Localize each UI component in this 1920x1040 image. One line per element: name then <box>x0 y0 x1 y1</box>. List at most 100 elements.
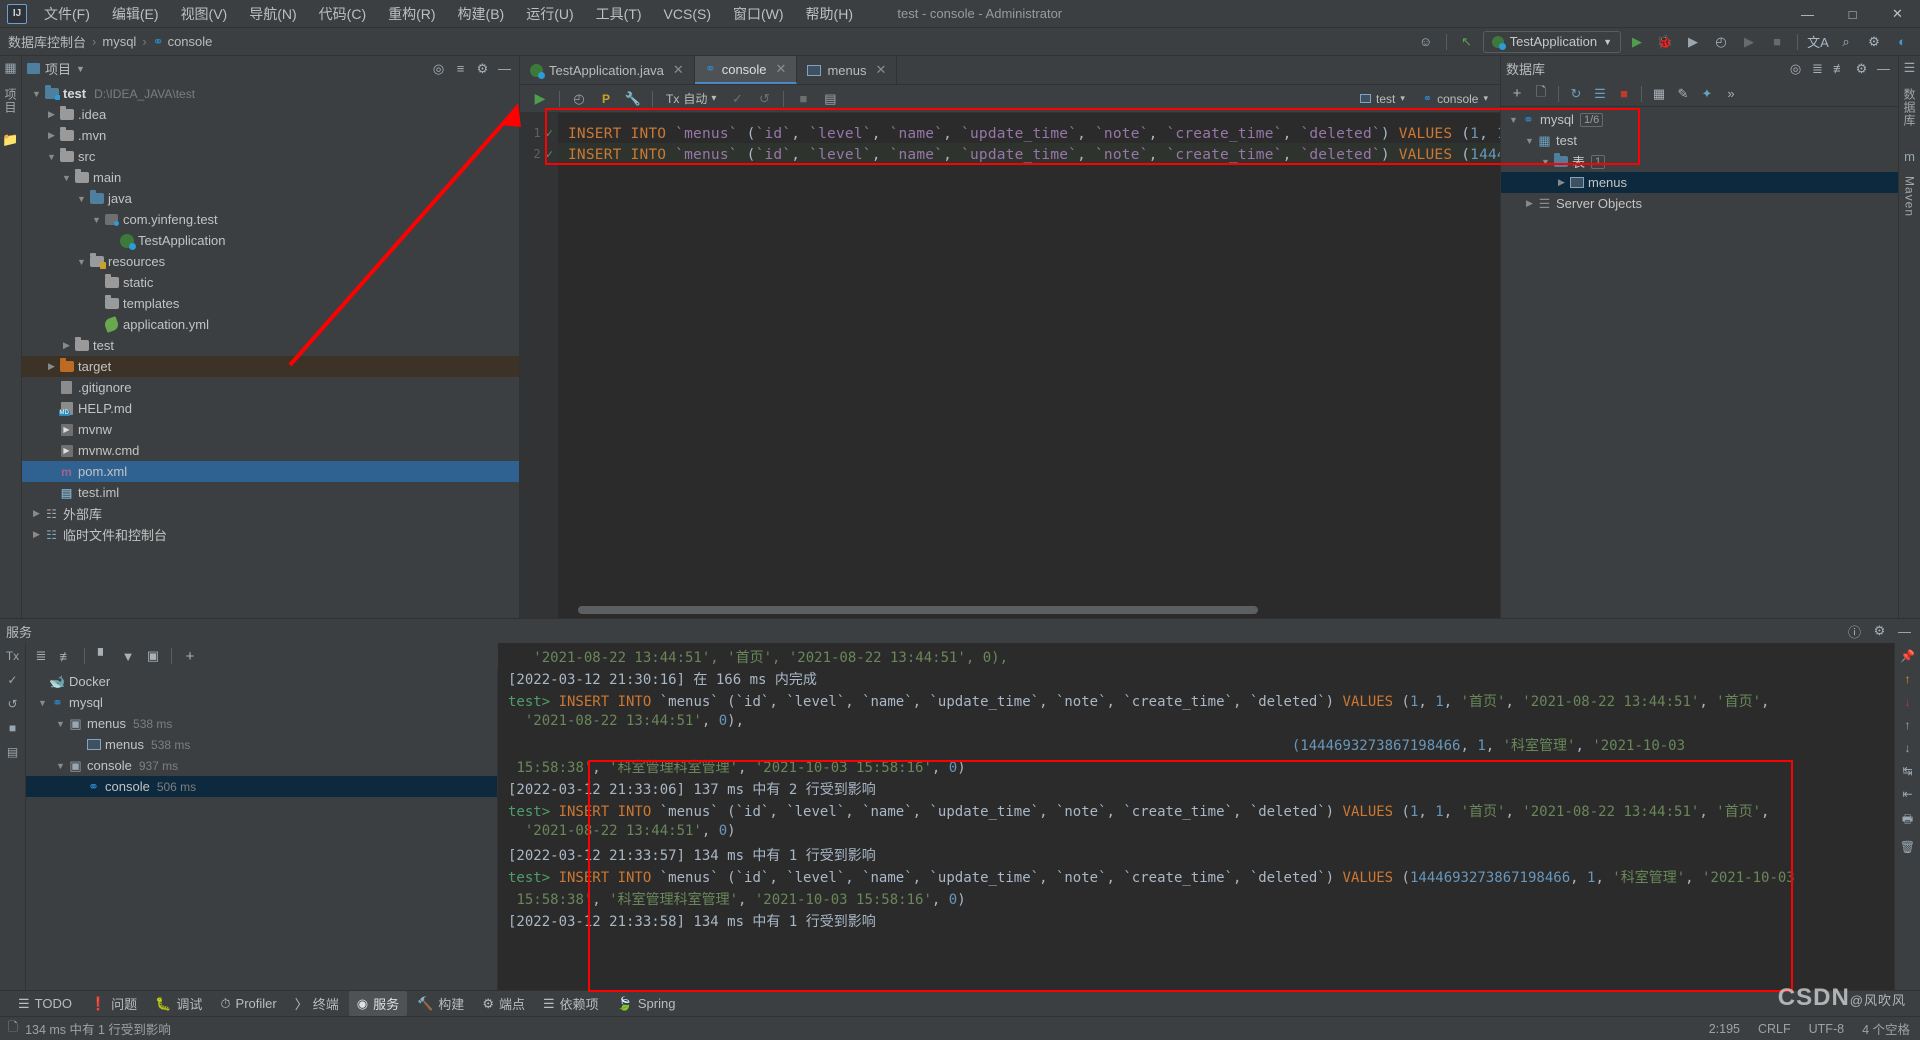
left-rail-project-label[interactable]: 项目 <box>2 84 19 118</box>
chevron-right-icon[interactable]: ▶ <box>30 508 43 519</box>
rollback-button[interactable]: ↺ <box>752 88 776 110</box>
profile-button[interactable]: ◴ <box>1709 31 1733 53</box>
line-separator[interactable]: CRLF <box>1758 1022 1791 1036</box>
toolwindow-todo[interactable]: ☰ TODO <box>10 993 80 1015</box>
table-icon[interactable]: ▦ <box>1648 84 1670 104</box>
project-tree-row[interactable]: ▶ test <box>22 335 519 356</box>
services-tree-row[interactable]: menus 538 ms <box>26 734 497 755</box>
structure-rail-icon[interactable]: 📁 <box>2 132 18 148</box>
project-tree-row[interactable]: m pom.xml <box>22 461 519 482</box>
collapse-all-icon[interactable]: ≢ <box>55 646 77 666</box>
project-tree-row[interactable]: .gitignore <box>22 377 519 398</box>
translate-icon[interactable]: 文A <box>1806 31 1830 53</box>
project-tree-row[interactable]: ▶ mvnw.cmd <box>22 440 519 461</box>
project-tree-row[interactable]: templates <box>22 293 519 314</box>
transaction-mode-selector[interactable]: Tx 自动 ▾ <box>660 90 722 107</box>
toolwindow-problems[interactable]: ❗ 问题 <box>82 991 145 1016</box>
toolwindow-dependencies[interactable]: ☰ 依赖项 <box>535 991 607 1016</box>
database-tree-row[interactable]: ▼ 表 1 <box>1501 151 1898 172</box>
commit-button[interactable]: ✓ <box>725 88 749 110</box>
expand-all-icon[interactable]: ≣ <box>1808 59 1827 78</box>
project-rail-icon[interactable]: ▦ <box>4 60 16 76</box>
duplicate-icon[interactable]: 🗋 <box>1530 84 1552 104</box>
project-tree-row[interactable]: TestApplication <box>22 230 519 251</box>
history-icon[interactable]: ◴ <box>567 88 591 110</box>
sync-icon[interactable]: ✦ <box>1696 84 1718 104</box>
console-output-view[interactable]: '2021-08-22 13:44:51', '首页', '2021-08-22… <box>498 643 1894 990</box>
arrow-down-alt-icon[interactable]: ↓ <box>1905 741 1911 755</box>
scrollbar-thumb[interactable] <box>578 606 1258 614</box>
rollback-icon[interactable]: ↺ <box>7 697 17 711</box>
chevron-right-icon[interactable]: ▶ <box>45 109 58 120</box>
hide-icon[interactable]: — <box>495 59 514 78</box>
minimize-button[interactable]: — <box>1785 0 1830 28</box>
menu-item-tools[interactable]: 工具(T) <box>585 0 653 28</box>
project-tree-row[interactable]: HELP.md <box>22 398 519 419</box>
settings-icon[interactable]: ⚙ <box>1870 622 1889 641</box>
collapse-all-icon[interactable]: ≡ <box>451 59 470 78</box>
arrow-down-icon[interactable]: ↓ <box>1905 695 1911 709</box>
services-tree-row[interactable]: ▼ ⚭ mysql <box>26 692 497 713</box>
project-panel-title-group[interactable]: 项目 ▼ <box>27 59 85 78</box>
parameters-icon[interactable]: P <box>594 88 618 110</box>
help-icon[interactable]: ⓘ <box>1845 622 1864 641</box>
menu-item-code[interactable]: 代码(C) <box>308 0 377 28</box>
project-tree-row[interactable]: static <box>22 272 519 293</box>
toolwindow-services[interactable]: ◉ 服务 <box>348 991 408 1016</box>
collapse-all-icon[interactable]: ≢ <box>1830 59 1849 78</box>
gear-icon[interactable]: ⚙ <box>1862 31 1886 53</box>
chevron-down-icon[interactable]: ▼ <box>60 173 73 183</box>
toolwindow-endpoints[interactable]: ⚙ 端点 <box>474 991 533 1016</box>
updates-icon[interactable]: ◐ <box>1890 31 1914 53</box>
project-tree-row[interactable]: ▼ src <box>22 146 519 167</box>
chevron-down-icon[interactable]: ▼ <box>30 89 43 99</box>
chevron-down-icon[interactable]: ▼ <box>54 719 67 729</box>
refresh-icon[interactable]: ↻ <box>1565 84 1587 104</box>
close-icon[interactable]: ✕ <box>776 61 787 77</box>
project-tree-row[interactable]: ▶ .mvn <box>22 125 519 146</box>
right-rail-database-label[interactable]: 数据库 <box>1901 84 1918 131</box>
more-icon[interactable]: » <box>1720 84 1742 104</box>
tab-testapplication-java[interactable]: TestApplication.java ✕ <box>520 56 695 84</box>
project-tree-row[interactable]: ▼ main <box>22 167 519 188</box>
menu-item-view[interactable]: 视图(V) <box>170 0 239 28</box>
add-icon[interactable]: + <box>1506 84 1528 104</box>
project-tree-row[interactable]: application.yml <box>22 314 519 335</box>
chevron-right-icon[interactable]: ▶ <box>45 130 58 141</box>
layout-icon[interactable]: ▣ <box>142 646 164 666</box>
toolwindow-debug[interactable]: 🐛 调试 <box>147 991 210 1016</box>
services-tree-row[interactable]: 🐋 Docker <box>26 671 497 692</box>
project-tree-row[interactable]: ▼ test D:\IDEA_JAVA\test <box>22 83 519 104</box>
toolwindow-spring[interactable]: 🍃 Spring <box>609 993 684 1015</box>
database-tree-row[interactable]: ▶ ☰ Server Objects <box>1501 193 1898 214</box>
schema-selector[interactable]: test ▾ <box>1354 90 1411 108</box>
close-icon[interactable]: ✕ <box>673 62 684 78</box>
locate-icon[interactable]: ◎ <box>1786 59 1805 78</box>
debug-button[interactable]: 🐞 <box>1653 31 1677 53</box>
indent-setting[interactable]: 4 个空格 <box>1862 1019 1910 1038</box>
session-selector[interactable]: ⚭ console ▾ <box>1417 90 1494 108</box>
services-tree-row[interactable]: ⚭ console 506 ms <box>26 776 497 797</box>
sql-code-content[interactable]: INSERT INTO `menus` (`id`, `level`, `nam… <box>558 113 1500 618</box>
menu-item-navigate[interactable]: 导航(N) <box>238 0 307 28</box>
project-tree-row[interactable]: ▼ java <box>22 188 519 209</box>
toolwindow-terminal[interactable]: 〉 终端 <box>287 991 347 1016</box>
trash-icon[interactable]: 🗑 <box>1900 840 1915 854</box>
project-tree[interactable]: ▼ test D:\IDEA_JAVA\test ▶ .idea ▶ .mvn ▼ src ▼ ma… <box>22 81 519 618</box>
menu-item-file[interactable]: 文件(F) <box>33 0 101 28</box>
tab-console[interactable]: ⚭ console ✕ <box>694 56 798 84</box>
chevron-right-icon[interactable]: ▶ <box>30 529 43 540</box>
arrow-up-alt-icon[interactable]: ↑ <box>1905 718 1911 732</box>
stop-button[interactable]: ■ <box>791 88 815 110</box>
arrow-up-icon[interactable]: ↑ <box>1905 672 1911 686</box>
chevron-down-icon[interactable]: ▼ <box>1539 157 1552 167</box>
chevron-down-icon[interactable]: ▼ <box>76 64 85 74</box>
filter-icon[interactable]: ▼ <box>117 646 139 666</box>
project-tree-row[interactable]: ▤ test.iml <box>22 482 519 503</box>
services-tree-row[interactable]: ▼ ▣ console 937 ms <box>26 755 497 776</box>
database-rail-icon[interactable]: ☰ <box>1904 60 1916 76</box>
database-tree-row[interactable]: ▼ ▦ test <box>1501 130 1898 151</box>
stop-button[interactable]: ■ <box>1765 31 1789 53</box>
close-button[interactable]: ✕ <box>1875 0 1920 28</box>
project-tree-row[interactable]: ▶ ☷ 外部库 <box>22 503 519 524</box>
